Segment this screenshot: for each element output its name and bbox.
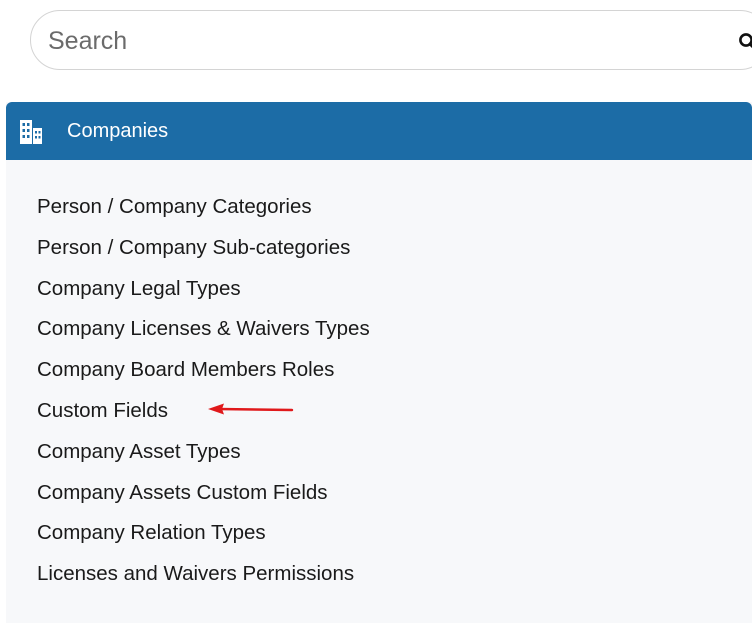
- company-relation-types-link[interactable]: Company Relation Types: [37, 521, 266, 544]
- list-item[interactable]: Company Board Members Roles: [37, 355, 370, 396]
- company-board-members-roles-link[interactable]: Company Board Members Roles: [37, 358, 334, 381]
- company-assets-custom-fields-link[interactable]: Company Assets Custom Fields: [37, 481, 328, 504]
- arrow-left-icon: [208, 403, 294, 415]
- list-item[interactable]: Licenses and Waivers Permissions: [37, 559, 370, 600]
- search-box[interactable]: [30, 10, 752, 70]
- list-item[interactable]: Person / Company Sub-categories: [37, 233, 370, 274]
- person-company-categories-link[interactable]: Person / Company Categories: [37, 195, 312, 218]
- building-icon: [18, 119, 44, 145]
- list-item[interactable]: Company Asset Types: [37, 437, 370, 478]
- list-item[interactable]: Company Assets Custom Fields: [37, 478, 370, 519]
- person-company-subcategories-link[interactable]: Person / Company Sub-categories: [37, 236, 350, 259]
- search-input[interactable]: [46, 23, 690, 59]
- company-legal-types-link[interactable]: Company Legal Types: [37, 277, 241, 300]
- company-asset-types-link[interactable]: Company Asset Types: [37, 440, 241, 463]
- list-item[interactable]: Company Licenses & Waivers Types: [37, 314, 370, 355]
- list-item[interactable]: Custom Fields: [37, 396, 370, 437]
- companies-panel: Companies Person / Company Categories Pe…: [6, 102, 752, 623]
- panel-title: Companies: [67, 120, 169, 142]
- company-licenses-waivers-types-link[interactable]: Company Licenses & Waivers Types: [37, 317, 370, 340]
- list-item[interactable]: Company Relation Types: [37, 518, 370, 559]
- list-item[interactable]: Person / Company Categories: [37, 192, 370, 233]
- licenses-waivers-permissions-link[interactable]: Licenses and Waivers Permissions: [37, 562, 354, 585]
- list-item[interactable]: Company Legal Types: [37, 274, 370, 315]
- custom-fields-link[interactable]: Custom Fields: [37, 399, 168, 422]
- search-icon[interactable]: [737, 31, 752, 53]
- settings-list: Person / Company Categories Person / Com…: [37, 192, 370, 600]
- panel-header[interactable]: Companies: [6, 102, 752, 160]
